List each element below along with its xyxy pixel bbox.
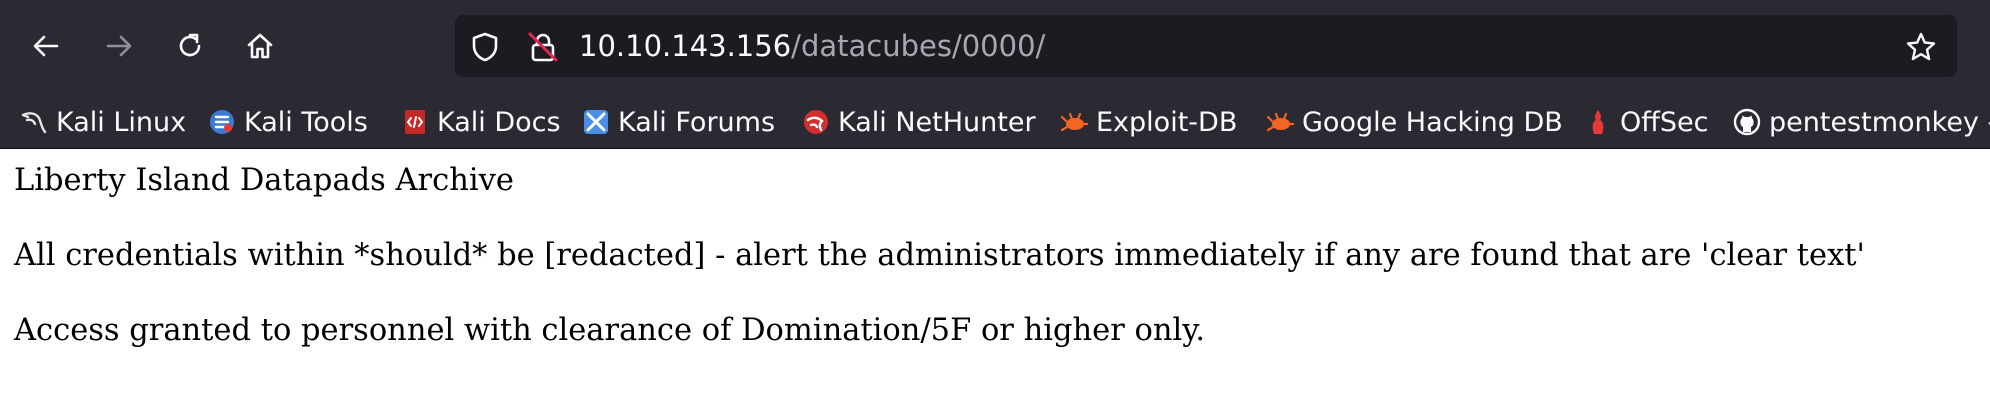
github-icon bbox=[1733, 108, 1761, 136]
back-button[interactable] bbox=[24, 24, 68, 68]
bookmark-google-hacking-db[interactable]: Google Hacking DB bbox=[1266, 96, 1563, 148]
bookmark-kali-forums[interactable]: Kali Forums bbox=[582, 96, 775, 148]
ghdb-icon bbox=[1266, 112, 1294, 132]
kali-tools-icon bbox=[210, 110, 234, 134]
forward-arrow-icon bbox=[106, 35, 132, 57]
bookmark-exploit-db[interactable]: Exploit-DB bbox=[1060, 96, 1237, 148]
bookmark-offsec[interactable]: OffSec bbox=[1584, 96, 1708, 148]
page-heading: Liberty Island Datapads Archive bbox=[14, 163, 514, 198]
tracking-protection-shield-icon[interactable] bbox=[469, 31, 501, 63]
url-path: /datacubes/0000/ bbox=[791, 29, 1046, 63]
reload-icon bbox=[179, 33, 201, 57]
star-icon[interactable] bbox=[1905, 31, 1937, 63]
bookmark-kali-linux[interactable]: Kali Linux bbox=[20, 96, 186, 148]
exploit-db-icon bbox=[1060, 112, 1088, 132]
url-host: 10.10.143.156 bbox=[579, 29, 792, 63]
bookmark-label: Exploit-DB bbox=[1096, 106, 1238, 138]
kali-dragon-icon bbox=[21, 112, 47, 134]
kali-forums-icon bbox=[584, 110, 608, 134]
forward-button[interactable] bbox=[97, 24, 141, 68]
bookmark-label: Kali Tools bbox=[244, 106, 368, 138]
kali-nethunter-icon bbox=[804, 110, 828, 134]
bookmark-kali-tools[interactable]: Kali Tools bbox=[208, 96, 368, 148]
back-arrow-icon bbox=[33, 35, 59, 57]
bookmark-label: Kali NetHunter bbox=[838, 106, 1036, 138]
home-icon bbox=[247, 33, 273, 59]
bookmark-label: Kali Linux bbox=[56, 106, 187, 138]
bookmark-label: Google Hacking DB bbox=[1302, 106, 1563, 138]
kali-docs-icon bbox=[405, 110, 425, 134]
bookmark-label: pentestmonkey - bbox=[1769, 106, 1990, 138]
insecure-lock-icon[interactable] bbox=[527, 31, 559, 63]
bookmarks-toolbar: Kali Linux Kali Tools Kali Docs Kali For… bbox=[0, 96, 1990, 148]
bookmark-label: OffSec bbox=[1620, 106, 1709, 138]
bookmark-pentestmonkey[interactable]: pentestmonkey - bbox=[1733, 96, 1990, 148]
offsec-icon bbox=[1592, 110, 1604, 134]
bookmark-kali-nethunter[interactable]: Kali NetHunter bbox=[802, 96, 1036, 148]
browser-chrome: 10.10.143.156/datacubes/0000/ Kali Linux… bbox=[0, 0, 1990, 149]
access-notice: Access granted to personnel with clearan… bbox=[14, 313, 1206, 348]
navigation-toolbar: 10.10.143.156/datacubes/0000/ bbox=[0, 0, 1990, 96]
address-bar[interactable]: 10.10.143.156/datacubes/0000/ bbox=[455, 15, 1957, 77]
bookmark-kali-docs[interactable]: Kali Docs bbox=[401, 96, 561, 148]
bookmark-label: Kali Docs bbox=[437, 106, 561, 138]
url-text[interactable]: 10.10.143.156/datacubes/0000/ bbox=[579, 15, 1045, 77]
page-content: Liberty Island Datapads Archive All cred… bbox=[0, 149, 1990, 400]
bookmark-label: Kali Forums bbox=[618, 106, 776, 138]
reload-button[interactable] bbox=[168, 24, 212, 68]
home-button[interactable] bbox=[238, 24, 282, 68]
credentials-notice: All credentials within *should* be [reda… bbox=[14, 238, 1865, 273]
